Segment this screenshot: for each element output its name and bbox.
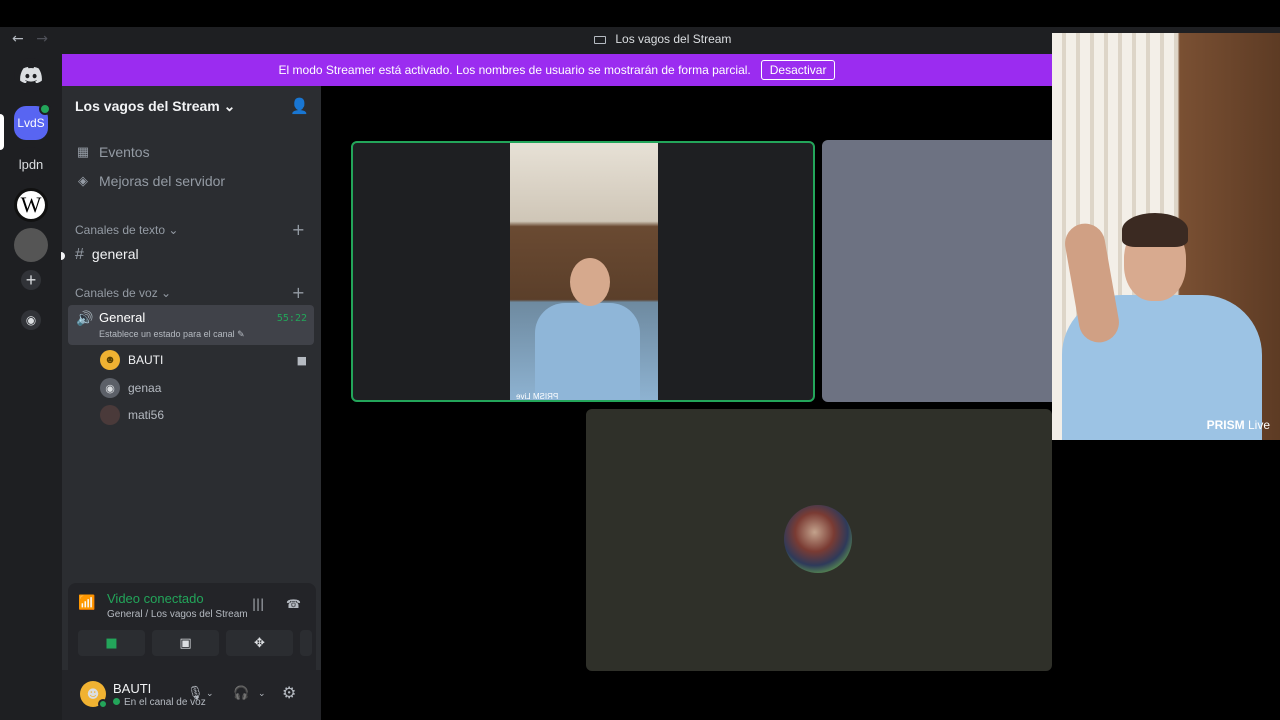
user-name: BAUTI — [113, 681, 152, 696]
screen-top-strip — [0, 0, 1280, 27]
nav-arrows: ← → — [12, 31, 56, 47]
calendar-icon: ▦ — [76, 144, 90, 159]
soundboard-button[interactable] — [300, 630, 312, 656]
menu-boosts-label: Mejoras del servidor — [99, 173, 226, 189]
status-dot — [113, 698, 120, 705]
voice-user-name: genaa — [128, 381, 162, 395]
boost-gem-icon: ◈ — [78, 173, 88, 188]
voice-channel-timer: 55:22 — [276, 313, 307, 324]
voice-activity-badge — [39, 103, 51, 115]
server-name: Los vagos del Stream — [75, 98, 220, 114]
prism-watermark: PRISM Live — [516, 392, 559, 401]
voice-channel-status[interactable]: Establece un estado para el canal ✎ — [99, 329, 245, 340]
webcam-overlay: PRISM Live — [1052, 33, 1280, 440]
category-text-label: Canales de texto — [75, 223, 166, 237]
category-voice-channels[interactable]: Canales de voz ⌄ — [75, 286, 171, 300]
voice-channel-general[interactable]: 🔊 General Establece un estado para el ca… — [68, 305, 314, 345]
add-server-icon[interactable]: + — [21, 270, 41, 290]
disconnect-icon[interactable]: ☎ — [286, 597, 301, 611]
voice-stage: PRISM Live — [321, 86, 1052, 720]
voice-connection-panel: 📶 Video conectado General / Los vagos de… — [68, 583, 316, 670]
online-status-dot — [98, 699, 108, 709]
menu-boosts[interactable]: ◈ Mejoras del servidor — [75, 173, 225, 189]
chevron-down-icon: ⌄ — [223, 98, 236, 114]
streamer-mode-banner: El modo Streamer está activado. Los nomb… — [62, 54, 1052, 86]
server-window-icon — [594, 35, 606, 44]
avatar — [100, 405, 120, 425]
camera-on-icon: ■ — [296, 354, 307, 367]
headphones-icon[interactable]: 🎧 — [233, 686, 249, 701]
microphone-icon[interactable]: 🎙 — [187, 686, 204, 701]
mic-options-chevron-icon[interactable]: ⌄ — [206, 689, 214, 699]
screen-share-button[interactable]: ▣ — [152, 630, 219, 656]
create-text-channel-icon[interactable]: + — [292, 220, 305, 239]
server-icon-wiki[interactable]: W — [14, 188, 48, 222]
activities-button[interactable]: ✥ — [226, 630, 293, 656]
video-tile-bauti[interactable]: PRISM Live — [351, 141, 815, 402]
server-header[interactable]: Los vagos del Stream ⌄ — [75, 98, 235, 115]
prism-brand: PRISM — [1206, 418, 1245, 432]
video-camera-icon: ■ — [105, 635, 118, 651]
channel-general-label: general — [91, 246, 139, 262]
prism-live-logo: PRISM Live — [1207, 418, 1270, 432]
avatar: ☻ — [100, 350, 120, 370]
webcam-video: PRISM Live — [510, 143, 658, 401]
voice-channel-name: General — [99, 310, 146, 325]
voice-user-bauti[interactable]: ☻ BAUTI — [100, 350, 163, 370]
server-lvds-label: LvdS — [17, 116, 45, 130]
menu-events-label: Eventos — [99, 144, 150, 160]
menu-events[interactable]: ▦ Eventos — [75, 144, 150, 160]
gear-icon[interactable]: ⚙ — [282, 683, 296, 702]
streamer-banner-text: El modo Streamer está activado. Los nomb… — [278, 63, 751, 77]
create-voice-channel-icon[interactable]: + — [292, 283, 305, 302]
voice-user-genaa[interactable]: ◉ genaa — [100, 378, 161, 398]
channel-general[interactable]: # general — [75, 246, 139, 264]
signal-icon[interactable]: 📶 — [78, 595, 95, 611]
voice-user-name: BAUTI — [128, 353, 164, 367]
server-icon-photo[interactable] — [14, 228, 48, 262]
back-arrow-icon[interactable]: ← — [12, 31, 24, 47]
video-tile-mati56[interactable] — [586, 409, 1052, 671]
participant-avatar — [784, 505, 852, 573]
window-title-text: Los vagos del Stream — [615, 32, 732, 46]
active-server-pill — [0, 114, 4, 150]
server-lpdn-label: lpdn — [18, 156, 44, 172]
server-icon-lvds[interactable]: LvdS — [14, 103, 51, 140]
voice-user-name: mati56 — [128, 408, 165, 422]
voice-connected-subtitle[interactable]: General / Los vagos del Stream — [107, 609, 248, 620]
explore-servers-icon[interactable]: ◉ — [21, 310, 41, 330]
hash-icon: # — [75, 246, 84, 263]
prism-brand-suffix: Live — [1247, 418, 1270, 432]
invite-people-icon[interactable]: 👤 — [290, 97, 309, 115]
category-voice-label: Canales de voz — [75, 286, 158, 300]
category-text-channels[interactable]: Canales de texto ⌄ — [75, 223, 178, 237]
person-hair — [1122, 213, 1188, 247]
discord-home-icon[interactable] — [14, 58, 48, 92]
channel-sidebar: Los vagos del Stream ⌄ 👤 ▦ Eventos ◈ Mej… — [61, 86, 321, 720]
audio-options-chevron-icon[interactable]: ⌄ — [258, 689, 266, 699]
wiki-logo-icon: W — [20, 192, 42, 217]
camera-button[interactable]: ■ — [78, 630, 145, 656]
video-tile-genaa[interactable] — [822, 140, 1052, 402]
voice-channel-status-text: Establece un estado para el canal — [99, 329, 235, 339]
disable-streamer-button[interactable]: Desactivar — [760, 60, 836, 80]
speaker-icon: 🔊 — [76, 311, 94, 327]
activities-icon: ✥ — [254, 635, 265, 651]
server-list: LvdS lpdn W + ◉ — [0, 54, 62, 720]
user-avatar[interactable]: ☻ — [80, 681, 108, 709]
window-title: Los vagos del Stream — [594, 32, 731, 46]
screen-share-icon: ▣ — [179, 635, 192, 651]
forward-arrow-icon[interactable]: → — [36, 31, 48, 47]
video-person-face — [570, 258, 610, 306]
video-person-shirt — [535, 303, 640, 400]
voice-connected-title: Video conectado — [107, 591, 204, 606]
server-icon-lpdn[interactable]: lpdn — [14, 147, 48, 181]
user-panel: ☻ BAUTI En el canal de voz 🎙 ⌄ 🎧 ⌄ ⚙ — [62, 670, 321, 720]
voice-user-mati56[interactable]: mati56 — [100, 405, 164, 425]
unread-indicator — [61, 252, 65, 260]
avatar: ◉ — [100, 378, 120, 398]
noise-suppression-icon[interactable]: ||| — [252, 597, 264, 611]
